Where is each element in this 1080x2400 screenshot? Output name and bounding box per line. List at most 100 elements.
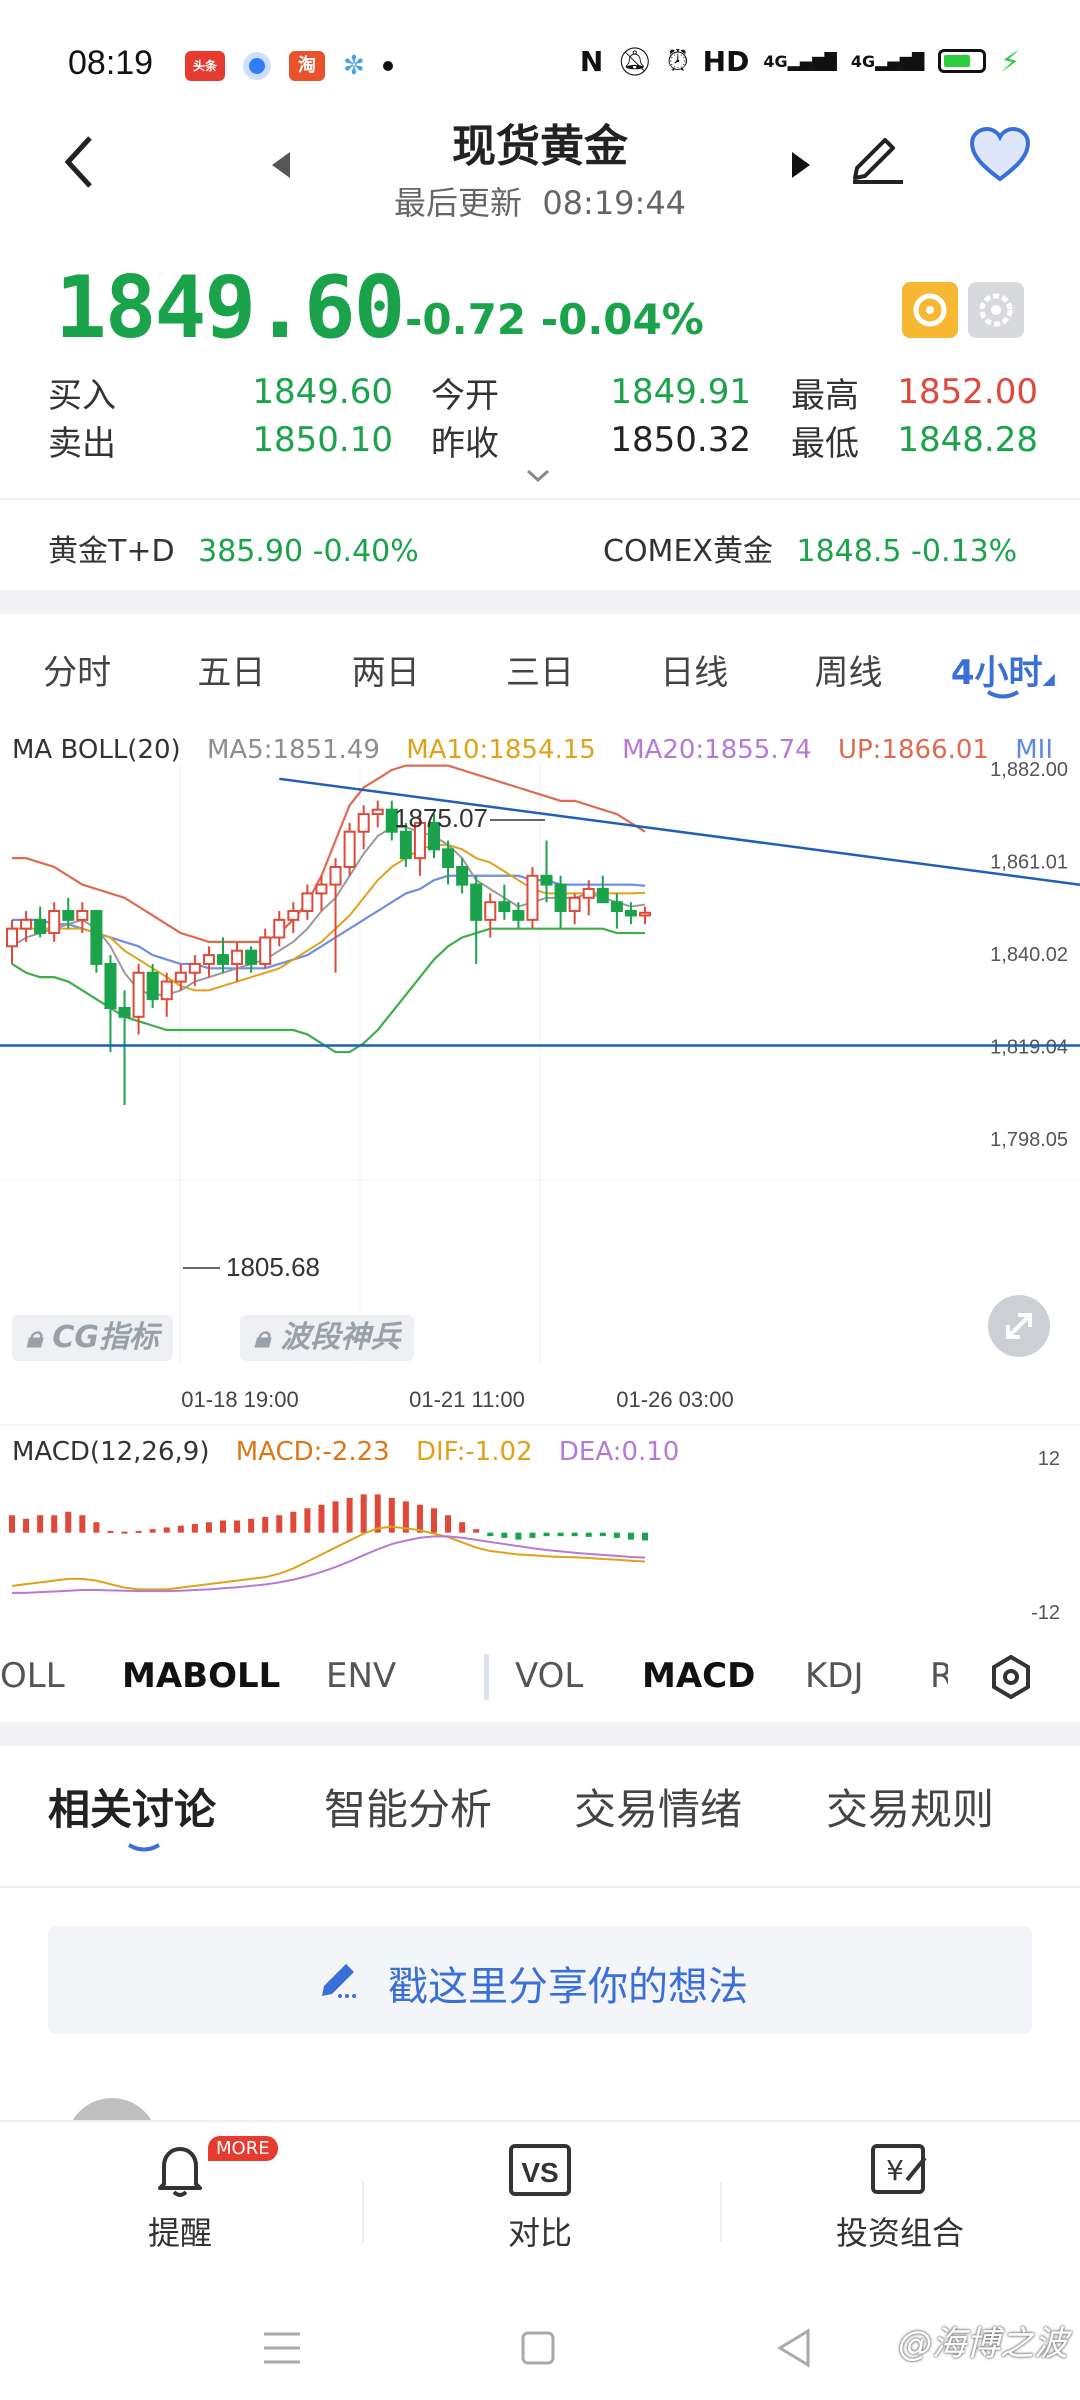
favorite-heart-icon[interactable] xyxy=(968,125,1032,185)
quote-panel: 1849.60 -0.72 -0.04% 买入 1849.60 今开 1849.… xyxy=(0,250,1080,500)
tab-smart-analysis[interactable]: 智能分析 xyxy=(324,1776,492,1837)
taobao-app-icon: 淘 xyxy=(289,51,325,81)
lock-tag-cg[interactable]: 🔒︎ CG指标 xyxy=(12,1315,174,1361)
macd-bar xyxy=(543,1532,550,1537)
lock-tag-wave[interactable]: 🔒︎ 波段神兵 xyxy=(240,1315,415,1361)
related-item-comex[interactable]: COMEX黄金 1848.5 -0.13% xyxy=(603,526,1017,570)
tab-intraday[interactable]: 分时 xyxy=(0,645,154,694)
zoom-toggle-icon[interactable] xyxy=(986,1293,1052,1359)
indicator-tab-vol[interactable]: VOL xyxy=(515,1656,583,1696)
indicator-tab-macd[interactable]: MACD xyxy=(642,1656,755,1696)
tab-weekly[interactable]: 周线 xyxy=(771,645,925,694)
candle-body xyxy=(90,910,103,965)
indicator-tab-r[interactable]: R xyxy=(930,1656,948,1696)
macd-bar xyxy=(501,1532,508,1538)
candle-body xyxy=(273,918,286,939)
macd-bar xyxy=(37,1515,44,1533)
tab-two-day[interactable]: 两日 xyxy=(309,645,463,694)
prev-close-value: 1850.32 xyxy=(610,420,751,460)
high-annotation: 1875.07 xyxy=(394,803,488,833)
candle-body xyxy=(442,848,455,868)
candle-body xyxy=(174,971,187,983)
candle-body xyxy=(287,910,300,921)
share-input[interactable]: 戳这里分享你的想法 xyxy=(48,1926,1032,2034)
buy-label: 买入 xyxy=(48,375,116,416)
edit-icon[interactable] xyxy=(845,122,909,186)
settings-gear-icon xyxy=(979,293,1013,327)
related-price: 385.90 xyxy=(198,534,304,569)
tab-five-day[interactable]: 五日 xyxy=(154,645,308,694)
indicator-tab-maboll[interactable]: MABOLL xyxy=(122,1656,280,1696)
related-item-td[interactable]: 黄金T+D 385.90 -0.40% xyxy=(48,526,419,570)
quote-row-2: 卖出 1850.10 昨收 1850.32 最低 1848.28 xyxy=(48,416,1038,464)
candle-body xyxy=(6,927,18,948)
status-time: 08:19 xyxy=(68,44,154,82)
home-icon[interactable] xyxy=(520,2330,556,2366)
mute-icon: 🔕︎ xyxy=(617,44,653,78)
macd-legend-name: MACD(12,26,9) xyxy=(12,1437,210,1467)
browser-app-icon xyxy=(243,52,271,80)
status-right: N 🔕︎ ⏰︎ HD 4G▂▄▆█ 4G▂▄▆█ ⚡︎ xyxy=(580,44,1020,78)
weather-app-icon: ✼ xyxy=(343,51,365,81)
candle-body xyxy=(484,901,497,921)
refresh-button[interactable] xyxy=(902,282,958,338)
active-tab-indicator xyxy=(986,689,1019,698)
macd-bar xyxy=(191,1523,198,1533)
tab-discussion[interactable]: 相关讨论 xyxy=(48,1776,216,1837)
related-instruments: 黄金T+D 385.90 -0.40% COMEX黄金 1848.5 -0.13… xyxy=(0,500,1080,590)
macd-bar xyxy=(515,1532,522,1540)
tab-sentiment[interactable]: 交易情绪 xyxy=(574,1776,742,1837)
indicator-settings-icon[interactable] xyxy=(988,1654,1034,1700)
candle-body xyxy=(245,949,258,965)
toutiao-app-icon: 头条 xyxy=(185,51,225,81)
macd-bar xyxy=(445,1515,452,1533)
candle-body xyxy=(104,962,117,1009)
kline-chart[interactable]: MA BOLL(20) MA5:1851.49 MA10:1854.15 MA2… xyxy=(0,725,1080,1625)
macd-bar xyxy=(23,1518,30,1533)
battery-icon xyxy=(938,49,987,73)
status-bar: 08:19 头条 淘 ✼ N 🔕︎ ⏰︎ HD 4G▂▄▆█ 4G▂▄▆█ ⚡︎ xyxy=(0,0,1080,110)
macd-bar xyxy=(149,1529,156,1533)
nfc-icon: N xyxy=(579,44,604,78)
bell-icon xyxy=(158,2147,202,2197)
tab-4hour[interactable]: 4小时◢ xyxy=(926,645,1080,698)
related-name: COMEX黄金 xyxy=(603,534,773,569)
expand-chevron-icon[interactable] xyxy=(525,468,551,484)
macd-bar xyxy=(374,1494,381,1533)
macd-bar xyxy=(571,1532,578,1537)
candle-body xyxy=(202,954,215,965)
boll-upper-line xyxy=(12,764,646,943)
auto-refresh-button[interactable] xyxy=(968,282,1024,338)
active-tab-indicator xyxy=(127,1843,161,1852)
candle-body xyxy=(610,901,623,913)
candle-body xyxy=(470,883,483,921)
candle-body xyxy=(554,883,567,913)
last-update-label: 最后更新 xyxy=(393,184,522,222)
tab-trade-rules[interactable]: 交易规则 xyxy=(826,1776,994,1837)
y-tick-label: 1,882.00 xyxy=(990,759,1068,781)
macd-bar xyxy=(220,1520,226,1533)
back-nav-icon[interactable] xyxy=(776,2328,812,2368)
indicator-tab-env[interactable]: ENV xyxy=(326,1656,396,1696)
y-tick-label: 1,840.02 xyxy=(990,944,1068,966)
nav-compare[interactable]: VS 对比 xyxy=(440,2140,640,2254)
indicator-divider xyxy=(484,1654,489,1700)
candle-body xyxy=(343,830,356,868)
nav-portfolio[interactable]: ¥ 投资组合 xyxy=(800,2140,1000,2254)
sell-value: 1850.10 xyxy=(252,420,393,460)
macd-bar xyxy=(205,1522,212,1533)
svg-text:VS: VS xyxy=(521,2157,558,2188)
candle-body xyxy=(498,901,511,913)
indicator-tab-kdj[interactable]: KDJ xyxy=(805,1656,864,1696)
candle-body xyxy=(259,936,272,965)
charging-icon: ⚡︎ xyxy=(1000,44,1020,78)
next-instrument-icon[interactable] xyxy=(790,150,812,180)
macd-bar xyxy=(304,1508,311,1533)
candle-body xyxy=(160,980,173,1001)
tab-daily[interactable]: 日线 xyxy=(617,645,771,694)
macd-bar xyxy=(177,1525,184,1533)
header: 现货黄金 最后更新 08:19:44 xyxy=(0,110,1080,240)
menu-icon[interactable] xyxy=(262,2330,302,2366)
tab-three-day[interactable]: 三日 xyxy=(463,645,617,694)
indicator-tab-boll[interactable]: OLL xyxy=(0,1656,65,1696)
